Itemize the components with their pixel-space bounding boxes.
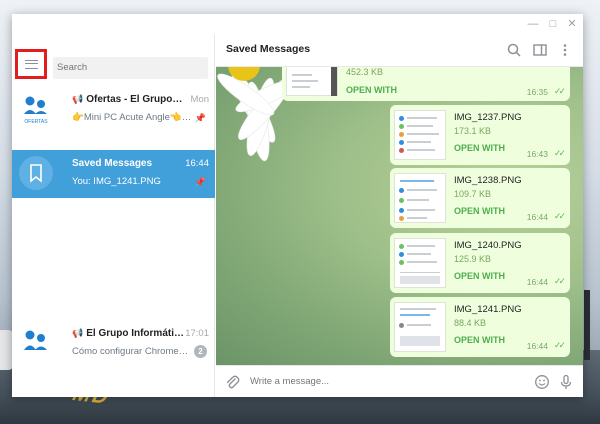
double-check-icon: ✓✓ — [553, 340, 566, 350]
sidebar-toggle-icon[interactable] — [532, 42, 548, 58]
search-input[interactable] — [53, 57, 208, 79]
conversation-panel: Saved Messages 452.3 KB OPEN WITH 16:35 … — [216, 34, 583, 397]
avatar-label: OFERTAS — [24, 119, 48, 125]
file-size: 88.4 KB — [454, 318, 487, 328]
ofertas-avatar: OFERTAS — [19, 92, 53, 126]
file-size: 125.9 KB — [454, 254, 492, 264]
image-thumbnail[interactable] — [286, 67, 338, 96]
message-time: 16:44 — [526, 341, 548, 351]
open-with-button[interactable]: OPEN WITH — [454, 143, 505, 153]
image-thumbnail[interactable] — [394, 302, 446, 352]
open-with-button[interactable]: OPEN WITH — [454, 271, 505, 281]
chat-preview: You: IMG_1241.PNG — [72, 176, 161, 187]
chat-name: 📢 El Grupo Informático — [72, 328, 184, 339]
file-size: 173.1 KB — [454, 126, 492, 136]
message-composer — [216, 365, 583, 397]
chat-item-ofertas[interactable]: OFERTAS 📢Ofertas - El Grupo Informático … — [12, 86, 215, 134]
open-with-button[interactable]: OPEN WITH — [454, 335, 505, 345]
image-thumbnail[interactable] — [394, 238, 446, 288]
message-bubble[interactable]: IMG_1238.PNG 109.7 KB OPEN WITH 16:44 ✓✓ — [390, 168, 570, 228]
el-grupo-avatar — [19, 326, 53, 360]
double-check-icon: ✓✓ — [553, 211, 566, 221]
chat-name: Saved Messages — [72, 158, 153, 169]
message-time: 16:35 — [526, 87, 548, 97]
megaphone-icon: 📢 — [72, 94, 84, 104]
emoji-icon[interactable] — [534, 374, 550, 390]
minimize-icon[interactable]: — — [526, 17, 540, 31]
file-name: IMG_1237.PNG — [454, 112, 522, 123]
message-time: 16:44 — [526, 277, 548, 287]
message-bubble[interactable]: IMG_1241.PNG 88.4 KB OPEN WITH 16:44 ✓✓ — [390, 297, 570, 357]
file-name: IMG_1238.PNG — [454, 175, 522, 186]
file-size: 452.3 KB — [346, 67, 384, 77]
file-size: 109.7 KB — [454, 189, 492, 199]
image-thumbnail[interactable] — [394, 110, 446, 160]
chat-list-panel: OFERTAS 📢Ofertas - El Grupo Informático … — [12, 34, 215, 397]
message-time: 16:43 — [526, 149, 548, 159]
chat-time: 16:44 — [185, 158, 209, 169]
double-check-icon: ✓✓ — [553, 86, 566, 96]
pin-icon: 📌 — [194, 113, 206, 123]
title-bar: — □ ✕ — [12, 14, 583, 34]
file-name: IMG_1240.PNG — [454, 240, 522, 251]
bookmark-icon — [30, 164, 42, 183]
message-bubble[interactable]: 452.3 KB OPEN WITH 16:35 ✓✓ — [282, 67, 570, 101]
chat-item-saved-messages[interactable]: Saved Messages 16:44 You: IMG_1241.PNG 📌 — [12, 150, 215, 198]
message-bubble[interactable]: IMG_1240.PNG 125.9 KB OPEN WITH 16:44 ✓✓ — [390, 233, 570, 293]
telegram-window: — □ ✕ OFERTAS 📢Ofertas - El Grupo Inform… — [12, 14, 583, 397]
search-icon[interactable] — [506, 42, 522, 58]
message-area[interactable]: 452.3 KB OPEN WITH 16:35 ✓✓ IMG_1237.PNG… — [216, 67, 583, 365]
chat-name: 📢Ofertas - El Grupo Informático — [72, 94, 184, 105]
open-with-button[interactable]: OPEN WITH — [346, 85, 397, 95]
message-input[interactable] — [250, 376, 500, 387]
attach-icon[interactable] — [224, 374, 240, 390]
chat-preview: 👉Mini PC Acute Angle👈 ✅ — [72, 112, 192, 123]
menu-button[interactable] — [15, 49, 47, 79]
unread-badge: 2 — [194, 345, 207, 358]
chat-time: 17:01 — [185, 328, 209, 339]
close-icon[interactable]: ✕ — [565, 17, 579, 31]
saved-messages-avatar — [19, 156, 53, 190]
double-check-icon: ✓✓ — [553, 148, 566, 158]
menu-icon — [24, 59, 38, 69]
message-bubble[interactable]: IMG_1237.PNG 173.1 KB OPEN WITH 16:43 ✓✓ — [390, 105, 570, 165]
megaphone-icon: 📢 — [72, 328, 84, 338]
image-thumbnail[interactable] — [394, 173, 446, 223]
more-icon[interactable] — [557, 42, 573, 58]
maximize-icon[interactable]: □ — [546, 17, 560, 31]
conversation-header: Saved Messages — [216, 34, 583, 67]
file-name: IMG_1241.PNG — [454, 304, 522, 315]
pin-icon: 📌 — [194, 177, 206, 187]
open-with-button[interactable]: OPEN WITH — [454, 206, 505, 216]
message-time: 16:44 — [526, 212, 548, 222]
chat-item-el-grupo[interactable]: 📢 El Grupo Informático 17:01 Cómo configu… — [12, 320, 215, 368]
desktop-lamp-post — [584, 290, 590, 360]
double-check-icon: ✓✓ — [553, 276, 566, 286]
chat-time: Mon — [190, 94, 209, 105]
microphone-icon[interactable] — [558, 374, 574, 390]
chat-preview: Cómo configurar Chromecast — [72, 346, 192, 357]
page-title: Saved Messages — [226, 43, 311, 55]
